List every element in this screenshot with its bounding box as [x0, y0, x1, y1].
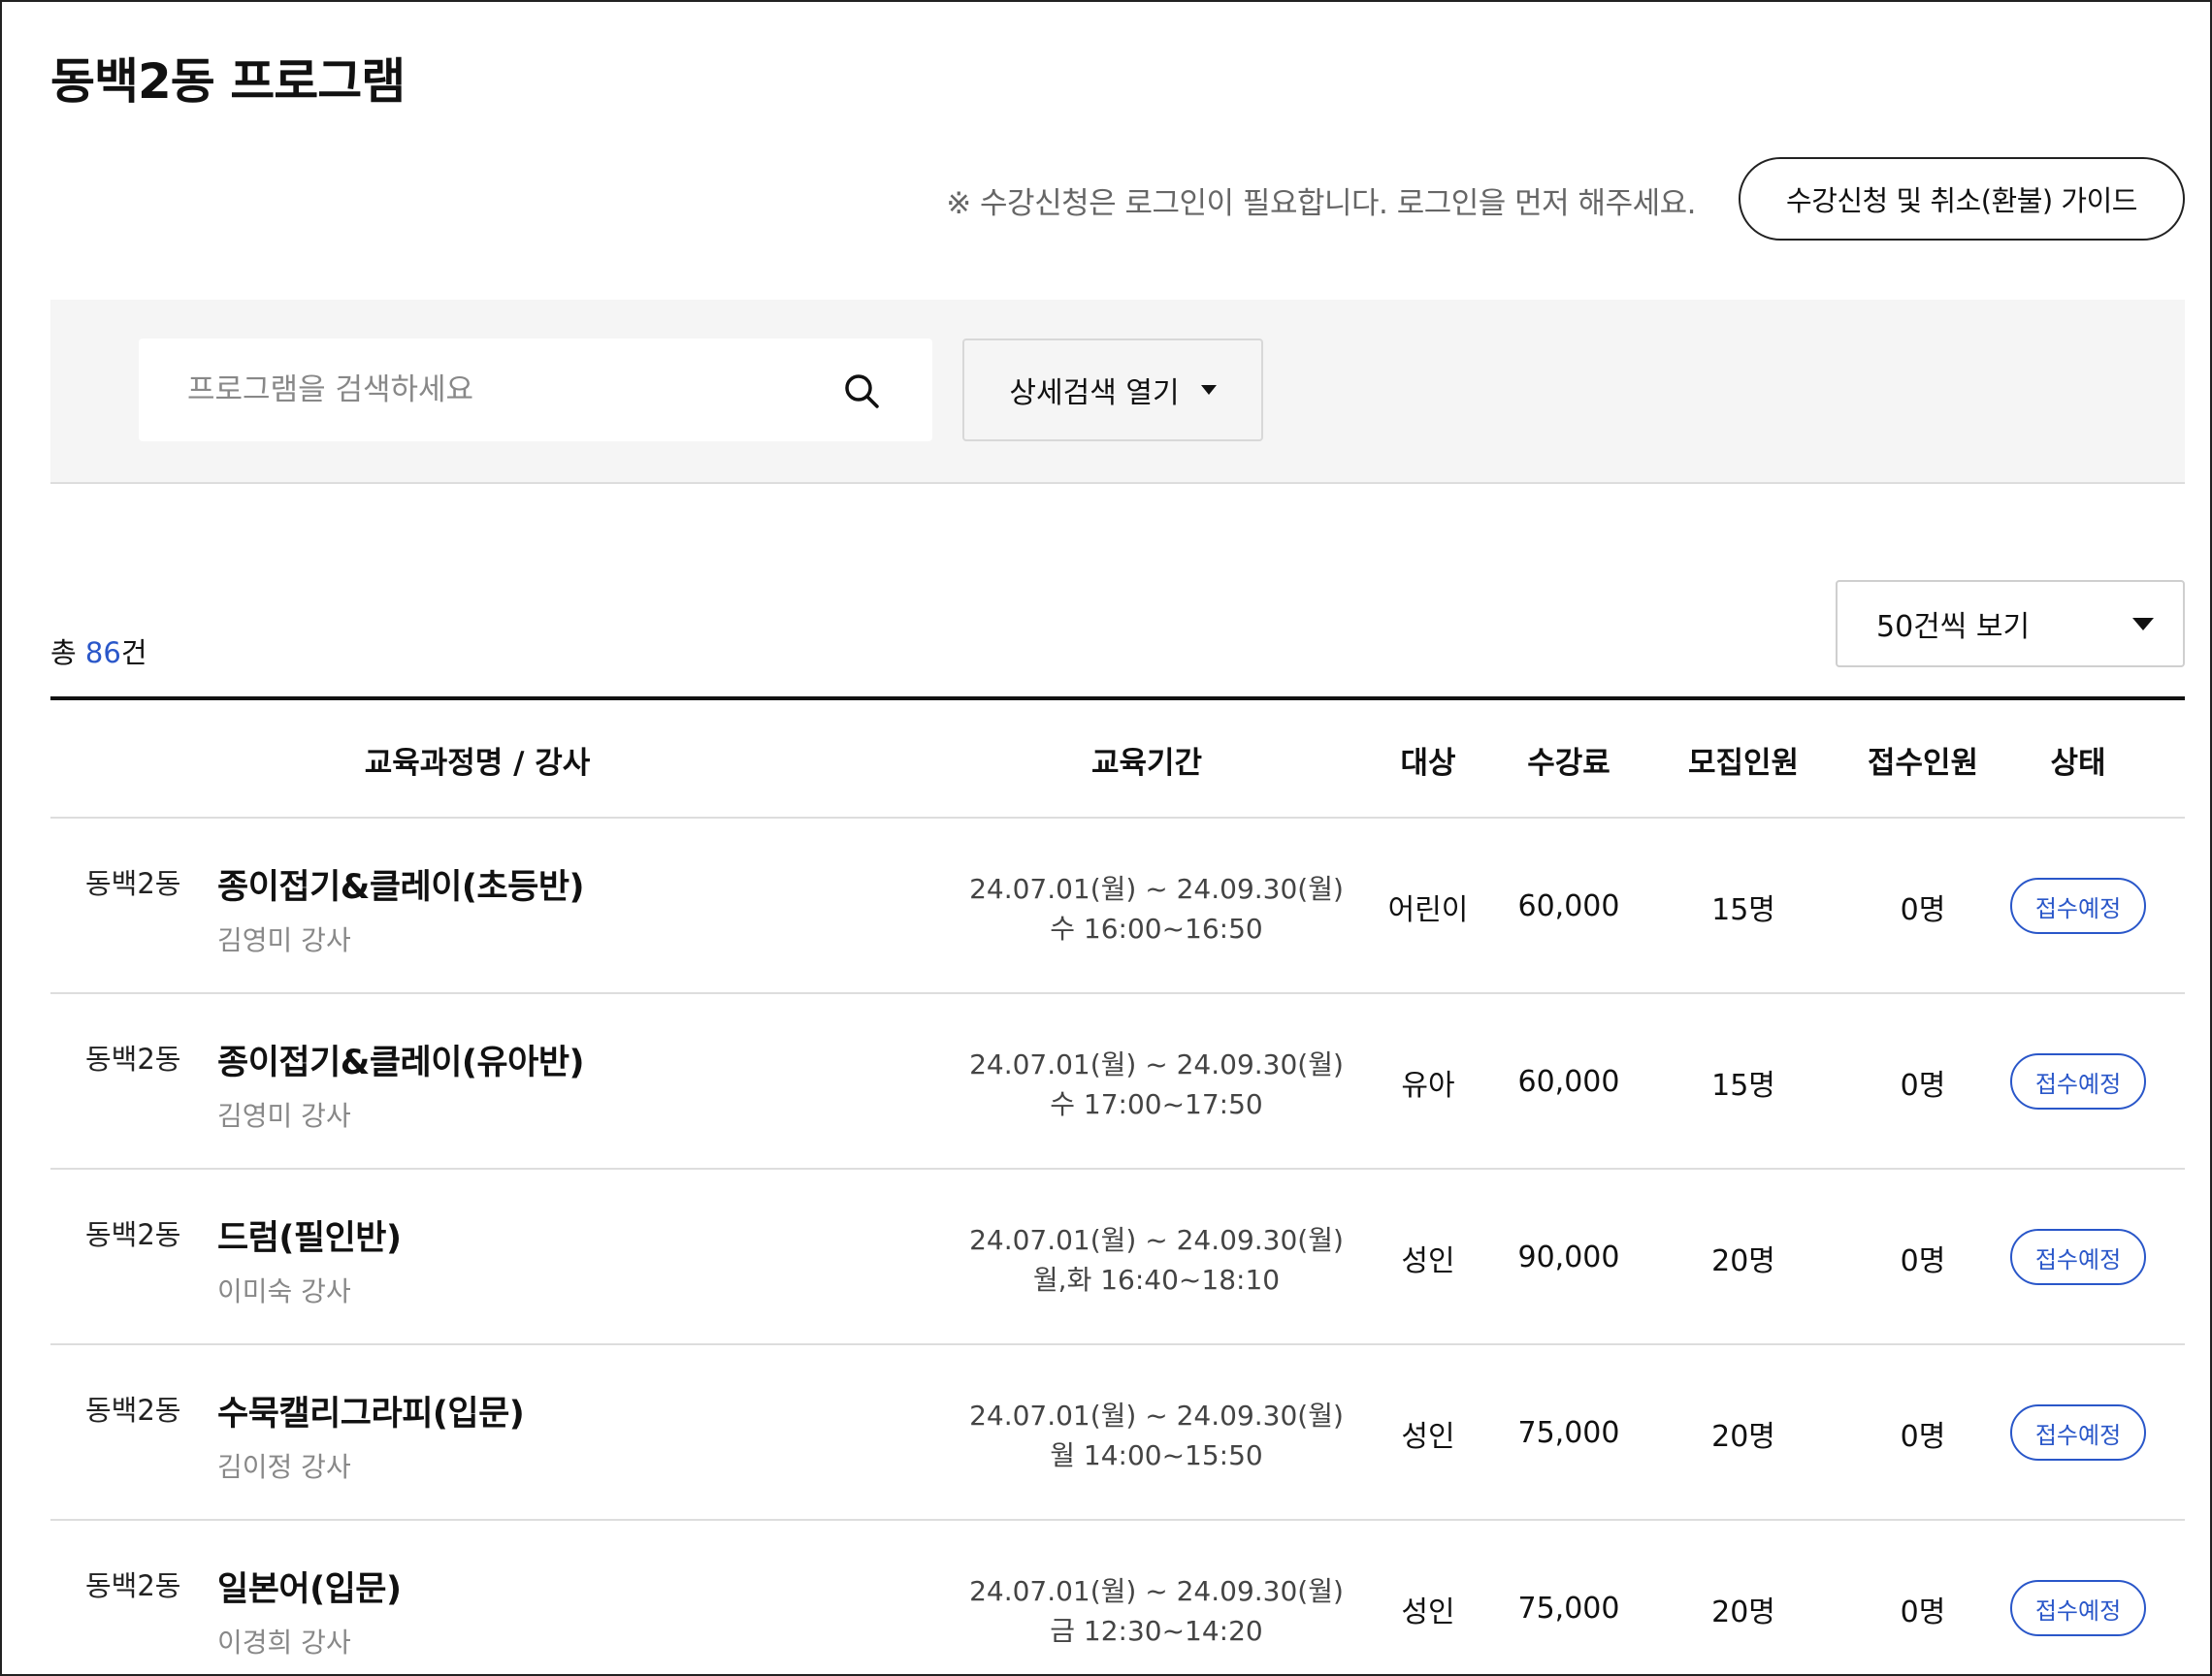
status-badge[interactable]: 접수예정 — [2010, 1229, 2146, 1285]
row-teacher: 이경희 강사 — [217, 1627, 351, 1659]
row-dong: 동백2동 — [85, 1218, 181, 1251]
row-teacher: 김영미 강사 — [217, 1100, 351, 1132]
row-dong: 동백2동 — [85, 1043, 181, 1076]
row-capacity: 15명 — [1711, 1068, 1775, 1103]
caret-down-icon — [2132, 617, 2154, 630]
row-dong: 동백2동 — [85, 867, 181, 900]
row-teacher: 이미숙 강사 — [217, 1275, 351, 1307]
row-teacher: 김영미 강사 — [217, 924, 351, 956]
row-teacher: 김이정 강사 — [217, 1451, 351, 1483]
row-dong: 동백2동 — [85, 1569, 181, 1602]
table-row[interactable]: 동백2동 종이접기&클레이(초등반) 김영미 강사 24.07.01(월) ~ … — [50, 819, 2185, 994]
header-status: 상태 — [2050, 745, 2106, 781]
row-applied: 0명 — [1900, 892, 1946, 927]
row-applied: 0명 — [1900, 1595, 1946, 1629]
search-panel: 상세검색 열기 — [50, 300, 2185, 484]
row-capacity: 20명 — [1711, 1419, 1775, 1454]
row-capacity: 15명 — [1711, 892, 1775, 927]
table-header: 교육과정명 / 강사 교육기간 대상 수강료 모집인원 접수인원 상태 — [50, 700, 2185, 819]
caret-down-icon — [1200, 385, 1217, 395]
row-course-title[interactable]: 종이접기&클레이(유아반) — [217, 1035, 585, 1084]
row-course-title[interactable]: 드럼(필인반) — [217, 1210, 402, 1260]
total-count: 총 86건 — [50, 630, 147, 671]
header-applied: 접수인원 — [1867, 745, 1979, 781]
row-capacity: 20명 — [1711, 1243, 1775, 1278]
row-course-title[interactable]: 종이접기&클레이(초등반) — [217, 859, 585, 909]
total-suffix: 건 — [120, 636, 147, 669]
search-box — [139, 338, 932, 441]
search-icon[interactable] — [843, 372, 880, 409]
row-course-title[interactable]: 일본어(입문) — [217, 1562, 402, 1611]
row-fee: 60,000 — [1517, 1065, 1620, 1099]
row-capacity: 20명 — [1711, 1595, 1775, 1629]
row-applied: 0명 — [1900, 1419, 1946, 1454]
guide-button[interactable]: 수강신청 및 취소(환불) 가이드 — [1739, 157, 2185, 241]
page-size-select[interactable]: 50건씩 보기 — [1836, 580, 2185, 667]
table-row[interactable]: 동백2동 드럼(필인반) 이미숙 강사 24.07.01(월) ~ 24.09.… — [50, 1170, 2185, 1345]
table-row[interactable]: 동백2동 일본어(입문) 이경희 강사 24.07.01(월) ~ 24.09.… — [50, 1521, 2185, 1676]
row-fee: 60,000 — [1517, 889, 1620, 923]
table-row[interactable]: 동백2동 종이접기&클레이(유아반) 김영미 강사 24.07.01(월) ~ … — [50, 994, 2185, 1170]
status-badge[interactable]: 접수예정 — [2010, 878, 2146, 934]
header-fee: 수강료 — [1527, 745, 1610, 781]
status-badge[interactable]: 접수예정 — [2010, 1053, 2146, 1110]
status-badge[interactable]: 접수예정 — [2010, 1404, 2146, 1461]
search-input[interactable] — [139, 338, 837, 441]
row-applied: 0명 — [1900, 1243, 1946, 1278]
login-notice: ※ 수강신청은 로그인이 필요합니다. 로그인을 먼저 해주세요. — [946, 186, 1696, 221]
row-fee: 75,000 — [1517, 1416, 1620, 1450]
program-table: 교육과정명 / 강사 교육기간 대상 수강료 모집인원 접수인원 상태 동백2동… — [50, 696, 2185, 1676]
header-course: 교육과정명 / 강사 — [364, 745, 591, 781]
row-fee: 90,000 — [1517, 1241, 1620, 1274]
detail-search-button[interactable]: 상세검색 열기 — [962, 338, 1263, 441]
table-row[interactable]: 동백2동 수묵캘리그라피(입문) 김이정 강사 24.07.01(월) ~ 24… — [50, 1345, 2185, 1521]
row-fee: 75,000 — [1517, 1592, 1620, 1626]
page-size-label: 50건씩 보기 — [1876, 610, 2031, 644]
row-applied: 0명 — [1900, 1068, 1946, 1103]
total-number: 86 — [84, 636, 121, 669]
header-capacity: 모집인원 — [1687, 745, 1800, 781]
row-dong: 동백2동 — [85, 1394, 181, 1427]
total-prefix: 총 — [50, 636, 85, 669]
page-title: 동백2동 프로그램 — [50, 53, 406, 110]
status-badge[interactable]: 접수예정 — [2010, 1580, 2146, 1636]
detail-search-label: 상세검색 열기 — [1009, 376, 1180, 410]
row-course-title[interactable]: 수묵캘리그라피(입문) — [217, 1386, 525, 1435]
